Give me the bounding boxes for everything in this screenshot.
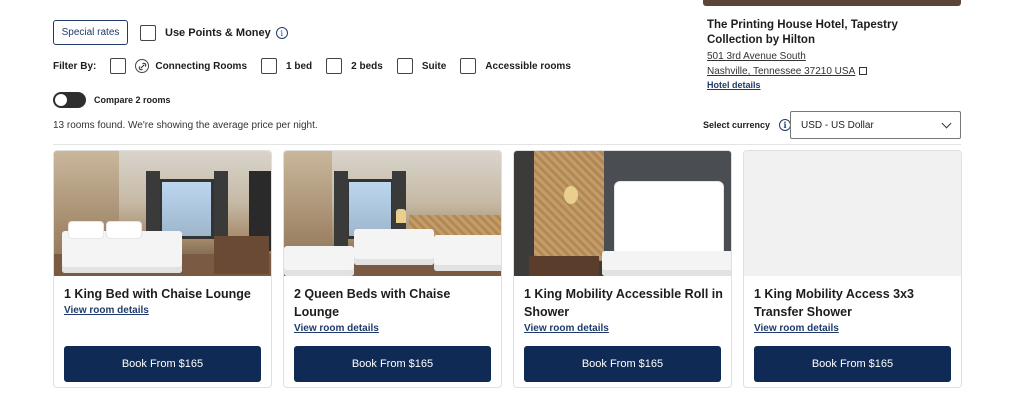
two-beds-label: 2 beds — [351, 60, 383, 72]
use-points-checkbox[interactable] — [140, 25, 156, 41]
view-room-details-link[interactable]: View room details — [294, 323, 379, 334]
compare-toggle[interactable] — [53, 92, 86, 108]
two-beds-checkbox[interactable] — [326, 58, 343, 74]
hotel-name: The Printing House Hotel, Tapestry Colle… — [707, 19, 898, 46]
room-photo[interactable] — [514, 151, 731, 276]
room-title: 1 King Bed with Chaise Lounge — [64, 287, 251, 301]
connecting-rooms-checkbox[interactable] — [110, 58, 127, 74]
address-line-1[interactable]: 501 3rd Avenue South — [707, 49, 867, 64]
room-card[interactable]: 1 King Mobility Accessible Roll in Showe… — [513, 150, 732, 388]
hotel-details-link[interactable]: Hotel details — [707, 80, 761, 90]
room-title: 2 Queen Beds with Chaise Lounge — [294, 287, 451, 319]
chevron-down-icon — [941, 118, 952, 128]
book-button[interactable]: Book From $165 — [754, 346, 951, 382]
rooms-found-text: 13 rooms found. We're showing the averag… — [53, 120, 318, 131]
special-rates-button[interactable]: Special rates — [53, 20, 128, 45]
filter-connecting-rooms[interactable]: Connecting Rooms — [110, 58, 247, 74]
compare-label: Compare 2 rooms — [94, 95, 171, 105]
room-title: 1 King Mobility Access 3x3 Transfer Show… — [754, 287, 915, 319]
room-photo[interactable] — [284, 151, 501, 276]
filter-2-beds[interactable]: 2 beds — [326, 58, 383, 74]
book-button[interactable]: Book From $165 — [294, 346, 491, 382]
accessible-rooms-label: Accessible rooms — [485, 60, 571, 72]
view-room-details-link[interactable]: View room details — [754, 323, 839, 334]
currency-select[interactable]: USD - US Dollar — [790, 111, 961, 139]
room-photo-placeholder[interactable] — [744, 151, 961, 276]
book-button[interactable]: Book From $165 — [64, 346, 261, 382]
one-bed-label: 1 bed — [286, 60, 313, 72]
use-points-label: Use Points & Money — [165, 27, 271, 39]
compare-rooms[interactable]: Compare 2 rooms — [53, 92, 171, 108]
filter-suite[interactable]: Suite — [396, 58, 447, 74]
room-title: 1 King Mobility Accessible Roll in Showe… — [524, 287, 723, 319]
book-button[interactable]: Book From $165 — [524, 346, 721, 382]
use-points-option[interactable]: Use Points & Money i — [140, 25, 288, 41]
room-card[interactable]: 1 King Bed with Chaise Lounge View room … — [53, 150, 272, 388]
hotel-image-edge — [703, 0, 961, 6]
currency-label: Select currency — [703, 120, 771, 130]
suite-label: Suite — [421, 60, 447, 72]
hotel-address[interactable]: 501 3rd Avenue South Nashville, Tennesse… — [707, 49, 868, 79]
filter-bar: Filter By: Connecting Rooms 1 bed 2 beds… — [53, 57, 585, 75]
currency-value: USD - US Dollar — [801, 119, 874, 131]
view-room-details-link[interactable]: View room details — [524, 323, 609, 334]
room-photo[interactable] — [54, 151, 271, 276]
link-icon — [135, 59, 150, 73]
room-card[interactable]: 2 Queen Beds with Chaise Lounge View roo… — [283, 150, 502, 388]
filter-by-label: Filter By: — [53, 60, 97, 72]
external-link-icon — [859, 67, 868, 75]
accessible-rooms-checkbox[interactable] — [460, 58, 477, 74]
one-bed-checkbox[interactable] — [261, 58, 278, 74]
suite-checkbox[interactable] — [396, 58, 413, 74]
info-icon[interactable]: i — [275, 27, 288, 39]
divider — [53, 144, 961, 145]
view-room-details-link[interactable]: View room details — [64, 305, 149, 316]
room-card[interactable]: 1 King Mobility Access 3x3 Transfer Show… — [743, 150, 962, 388]
connecting-rooms-label: Connecting Rooms — [155, 60, 248, 72]
currency-label-row: Select currency i — [703, 119, 792, 131]
address-line-2[interactable]: Nashville, Tennessee 37210 USA — [707, 64, 868, 79]
filter-accessible-rooms[interactable]: Accessible rooms — [460, 58, 571, 74]
filter-1-bed[interactable]: 1 bed — [261, 58, 312, 74]
